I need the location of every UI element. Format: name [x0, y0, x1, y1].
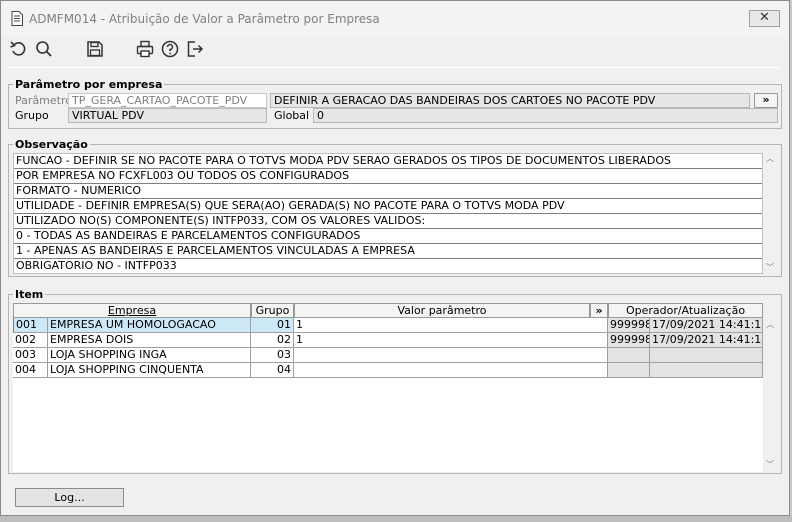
save-icon[interactable]	[85, 39, 105, 59]
observacao-line: OBRIGATORIO NO - INTFP033	[16, 259, 177, 272]
toolbar	[1, 37, 789, 63]
observacao-line: UTILIDADE - DEFINIR EMPRESA(S) QUE SERA(…	[14, 199, 762, 214]
row-valor-input[interactable]: 1	[294, 333, 608, 348]
row-data: 17/09/2021 14:41:15	[650, 318, 763, 333]
col-header-empresa[interactable]: Empresa	[13, 303, 251, 318]
row-grupo: 04	[251, 363, 294, 378]
row-valor-input[interactable]: 1	[294, 318, 608, 333]
observacao-legend: Observação	[15, 138, 88, 151]
col-header-grupo[interactable]: Grupo	[251, 303, 294, 318]
grupo-field: VIRTUAL PDV	[68, 108, 267, 123]
global-label: Global	[274, 109, 310, 122]
observacao-line: FORMATO - NUMERICO	[14, 184, 762, 199]
row-valor-input[interactable]	[294, 348, 608, 363]
row-data	[650, 363, 763, 378]
observacao-line: 0 - TODAS AS BANDEIRAS E PARCELAMENTOS C…	[14, 229, 762, 244]
scroll-up-icon[interactable]: ︿	[764, 154, 776, 164]
param-detail-button[interactable]: »	[754, 93, 778, 108]
observacao-line: 1 - APENAS AS BANDEIRAS E PARCELAMENTOS …	[14, 244, 762, 259]
search-icon[interactable]	[34, 39, 54, 59]
scroll-up-icon[interactable]: ︿	[764, 320, 776, 330]
col-header-valor[interactable]: Valor parâmetro	[294, 303, 590, 318]
observacao-line: POR EMPRESA NO FCXFL003 OU TODOS OS CONF…	[14, 169, 762, 184]
table-row[interactable]: 002 EMPRESA DOIS 02 1 999998 17/09/2021 …	[13, 333, 763, 348]
row-valor-input[interactable]	[294, 363, 608, 378]
row-empresa: EMPRESA DOIS	[48, 333, 251, 348]
observacao-line: FUNCAO - DEFINIR SE NO PACOTE PARA O TOT…	[14, 154, 762, 169]
row-empresa: EMPRESA UM HOMOLOGACAO	[48, 318, 251, 333]
undo-icon[interactable]	[9, 39, 29, 59]
row-code: 004	[13, 363, 48, 378]
background-strip	[0, 516, 792, 522]
expand-column-button[interactable]: »	[590, 303, 608, 318]
row-operador	[608, 363, 650, 378]
row-code: 002	[13, 333, 48, 348]
col-header-operador[interactable]: Operador/Atualização	[608, 303, 763, 318]
row-grupo: 01	[251, 318, 294, 333]
main-window: ADMFM014 - Atribuição de Valor a Parâmet…	[0, 0, 790, 516]
row-empresa: LOJA SHOPPING INGA	[48, 348, 251, 363]
close-button[interactable]: ✕	[749, 10, 780, 27]
item-section-legend: Item	[15, 288, 44, 301]
toolbar-separator	[7, 67, 781, 68]
row-grupo: 03	[251, 348, 294, 363]
parametro-field[interactable]: TP_GERA_CARTAO_PACOTE_PDV	[68, 93, 267, 108]
title-bar[interactable]: ADMFM014 - Atribuição de Valor a Parâmet…	[1, 1, 789, 37]
scroll-down-icon[interactable]: ﹀	[764, 460, 776, 470]
exit-icon[interactable]	[185, 39, 205, 59]
param-section-legend: Parâmetro por empresa	[15, 78, 163, 91]
window-title: ADMFM014 - Atribuição de Valor a Parâmet…	[29, 12, 380, 26]
table-row[interactable]: 003 LOJA SHOPPING INGA 03	[13, 348, 763, 363]
row-operador	[608, 348, 650, 363]
observacao-text[interactable]: FUNCAO - DEFINIR SE NO PACOTE PARA O TOT…	[13, 153, 763, 274]
help-icon[interactable]	[160, 39, 180, 59]
row-operador: 999998	[608, 318, 650, 333]
log-button[interactable]: Log...	[15, 488, 124, 507]
document-icon	[11, 11, 23, 26]
parametro-label: Parâmetro	[15, 94, 72, 107]
row-data: 17/09/2021 14:41:15	[650, 333, 763, 348]
row-code: 003	[13, 348, 48, 363]
grupo-label: Grupo	[15, 109, 49, 122]
row-empresa: LOJA SHOPPING CINQUENTA	[48, 363, 251, 378]
row-operador: 999998	[608, 333, 650, 348]
print-icon[interactable]	[135, 39, 155, 59]
row-grupo: 02	[251, 333, 294, 348]
table-row[interactable]: 004 LOJA SHOPPING CINQUENTA 04	[13, 363, 763, 378]
row-code: 001	[13, 318, 48, 333]
observacao-line: UTILIZADO NO(S) COMPONENTE(S) INTFP033, …	[14, 214, 762, 229]
observacao-scrollbar[interactable]: ︿ ﹀	[764, 153, 776, 274]
table-row[interactable]: 001 EMPRESA UM HOMOLOGACAO 01 1 999998 1…	[13, 318, 763, 333]
descricao-field: DEFINIR A GERACAO DAS BANDEIRAS DOS CART…	[270, 93, 750, 108]
scroll-down-icon[interactable]: ﹀	[764, 263, 776, 273]
row-data	[650, 348, 763, 363]
global-field: 0	[313, 108, 778, 123]
item-grid-scrollbar[interactable]: ︿ ﹀	[764, 318, 776, 472]
